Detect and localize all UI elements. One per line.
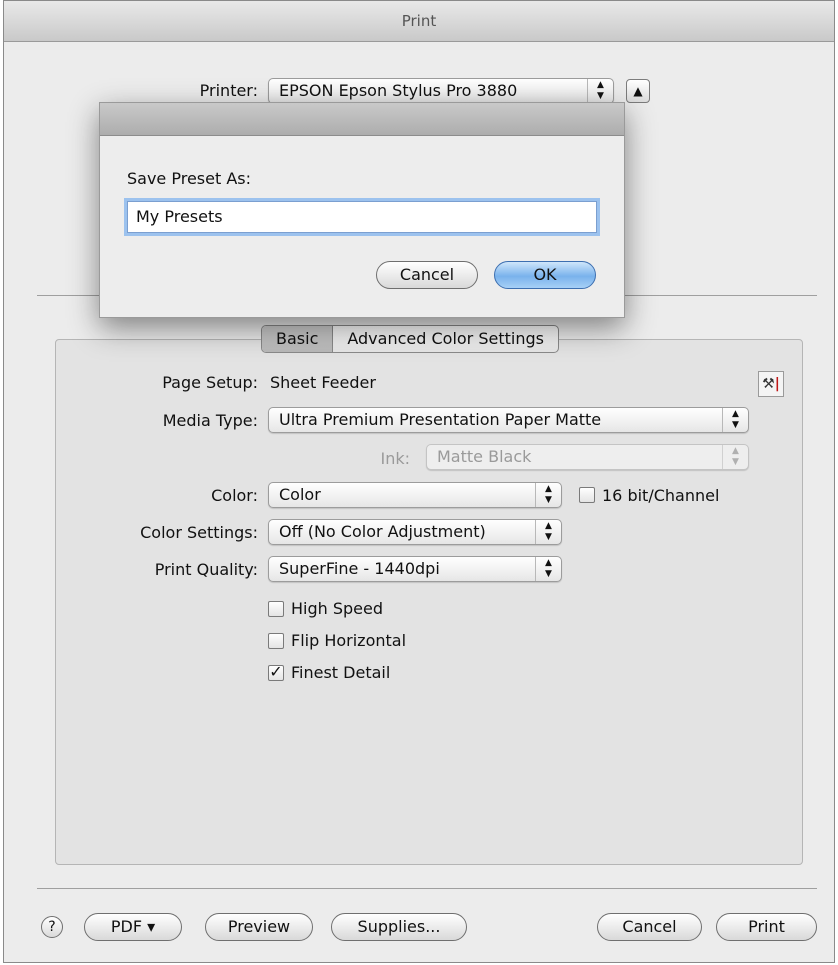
sixteen-bit-checkbox[interactable] — [579, 487, 595, 503]
stepper-icon: ▲ ▼ — [535, 483, 561, 507]
color-settings-popup[interactable]: Off (No Color Adjustment) ▲ ▼ — [268, 519, 562, 545]
disclosure-button[interactable]: ▲ — [626, 79, 650, 103]
stepper-icon: ▲ ▼ — [587, 79, 613, 103]
bottom-separator — [37, 888, 817, 889]
pdf-button[interactable]: PDF ▾ — [84, 913, 182, 941]
media-type-value: Ultra Premium Presentation Paper Matte — [279, 410, 602, 429]
high-speed-label: High Speed — [291, 599, 384, 618]
sheet-ok-button[interactable]: OK — [494, 261, 596, 289]
ink-value: Matte Black — [437, 447, 532, 466]
print-quality-popup[interactable]: SuperFine - 1440dpi ▲ ▼ — [268, 556, 562, 582]
ink-label: Ink: — [380, 449, 410, 468]
ink-popup: Matte Black ▲ ▼ — [426, 444, 749, 470]
help-button[interactable]: ? — [41, 916, 63, 938]
color-settings-value: Off (No Color Adjustment) — [279, 522, 486, 541]
tab-advanced-color-settings[interactable]: Advanced Color Settings — [333, 326, 558, 352]
page-setup-label: Page Setup: — [162, 373, 258, 392]
stepper-icon: ▲ ▼ — [722, 445, 748, 469]
finest-detail-label: Finest Detail — [291, 663, 391, 682]
preset-name-input[interactable]: My Presets — [127, 201, 597, 233]
color-label: Color: — [211, 486, 258, 505]
sheet-header — [100, 103, 624, 136]
media-type-label: Media Type: — [162, 411, 258, 430]
color-settings-label: Color Settings: — [140, 523, 258, 542]
page-setup-value: Sheet Feeder — [270, 373, 376, 392]
print-quality-value: SuperFine - 1440dpi — [279, 559, 440, 578]
save-preset-sheet: Save Preset As: My Presets Cancel OK — [99, 102, 625, 318]
sheet-cancel-button[interactable]: Cancel — [376, 261, 478, 289]
flip-horizontal-label: Flip Horizontal — [291, 631, 407, 650]
supplies-button[interactable]: Supplies... — [331, 913, 467, 941]
flip-horizontal-checkbox[interactable] — [268, 633, 284, 649]
checkmark-icon: ✓ — [269, 662, 283, 681]
cancel-print-button[interactable]: Cancel — [597, 913, 702, 941]
save-preset-prompt: Save Preset As: — [127, 169, 252, 188]
stepper-icon: ▲ ▼ — [535, 520, 561, 544]
printer-value: EPSON Epson Stylus Pro 3880 — [279, 81, 518, 100]
print-quality-label: Print Quality: — [154, 560, 258, 579]
stepper-icon: ▲ ▼ — [535, 557, 561, 581]
window-title: Print — [4, 1, 834, 42]
high-speed-checkbox[interactable] — [268, 601, 284, 617]
color-value: Color — [279, 485, 321, 504]
color-popup[interactable]: Color ▲ ▼ — [268, 482, 562, 508]
sixteen-bit-label: 16 bit/Channel — [602, 486, 720, 505]
preview-button[interactable]: Preview — [205, 913, 313, 941]
triangle-up-icon: ▲ — [633, 84, 643, 98]
print-button[interactable]: Print — [716, 913, 817, 941]
finest-detail-checkbox[interactable]: ✓ — [268, 662, 284, 681]
stepper-icon: ▲ ▼ — [722, 408, 748, 432]
tab-bar: Basic Advanced Color Settings — [261, 325, 559, 353]
media-type-popup[interactable]: Ultra Premium Presentation Paper Matte ▲… — [268, 407, 749, 433]
tab-basic[interactable]: Basic — [262, 326, 334, 352]
printer-label: Printer: — [199, 81, 258, 100]
printer-popup[interactable]: EPSON Epson Stylus Pro 3880 ▲ ▼ — [268, 78, 614, 104]
tools-icon[interactable]: ⚒| — [758, 371, 784, 397]
